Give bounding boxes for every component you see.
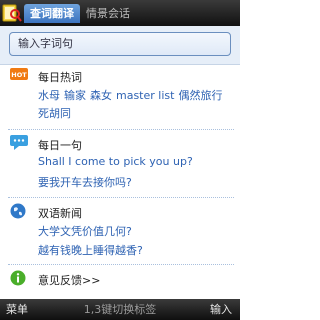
input-softkey[interactable]: 输入 bbox=[210, 299, 232, 320]
daily-sentence-title: 每日一句 bbox=[38, 139, 82, 152]
hot-words-section: HOT 每日热词 水母 输家 森女 master list 偶然旅行 死胡同 bbox=[0, 64, 240, 126]
divider bbox=[8, 197, 234, 198]
hot-word-link[interactable]: 水母 bbox=[38, 89, 60, 102]
hot-word-link[interactable]: 死胡同 bbox=[38, 107, 71, 120]
divider bbox=[8, 264, 234, 265]
search-input[interactable]: 输入字词句 bbox=[9, 32, 231, 56]
feedback-link[interactable]: 意见反馈>> bbox=[38, 272, 100, 288]
hot-word-link[interactable]: master list bbox=[116, 89, 174, 102]
hot-word-link[interactable]: 偶然旅行 bbox=[178, 89, 222, 102]
hot-word-link[interactable]: 输家 bbox=[64, 89, 86, 102]
hot-badge-text: HOT bbox=[11, 71, 27, 79]
divider bbox=[8, 129, 234, 130]
daily-sentence-chinese[interactable]: 要我开车去接你吗? bbox=[38, 174, 132, 190]
hot-words-row-2: 死胡同 bbox=[38, 105, 75, 121]
hot-icon: HOT bbox=[10, 68, 28, 80]
dictionary-logo-icon bbox=[2, 4, 22, 22]
chat-bubble-icon bbox=[10, 135, 28, 150]
menu-softkey[interactable]: 菜单 bbox=[6, 299, 28, 320]
news-item-link[interactable]: 越有钱晚上睡得越香? bbox=[38, 242, 143, 258]
tab-scenario-dialogue[interactable]: 情景会话 bbox=[80, 4, 136, 23]
bottom-softkey-bar: 1,3键切换标签 菜单 输入 bbox=[0, 299, 240, 320]
bilingual-news-title: 双语新闻 bbox=[38, 207, 82, 220]
bilingual-news-section: 双语新闻 大学文凭价值几何? 越有钱晚上睡得越香? bbox=[0, 200, 240, 262]
search-area: 输入字词句 bbox=[0, 26, 240, 65]
daily-sentence-english[interactable]: Shall I come to pick you up? bbox=[38, 155, 193, 168]
top-tab-bar: 查词翻译 情景会话 bbox=[0, 0, 240, 26]
tab-lookup-translate[interactable]: 查词翻译 bbox=[24, 4, 80, 23]
hot-word-link[interactable]: 森女 bbox=[90, 89, 112, 102]
globe-icon bbox=[10, 203, 26, 219]
tab-switch-hint: 1,3键切换标签 bbox=[83, 303, 157, 316]
info-icon bbox=[10, 270, 26, 286]
hot-words-row-1: 水母 输家 森女 master list 偶然旅行 bbox=[38, 87, 226, 103]
news-item-link[interactable]: 大学文凭价值几何? bbox=[38, 223, 132, 239]
feedback-section: 意见反馈>> bbox=[0, 267, 240, 291]
hot-words-title: 每日热词 bbox=[38, 71, 82, 84]
daily-sentence-section: 每日一句 Shall I come to pick you up? 要我开车去接… bbox=[0, 132, 240, 194]
